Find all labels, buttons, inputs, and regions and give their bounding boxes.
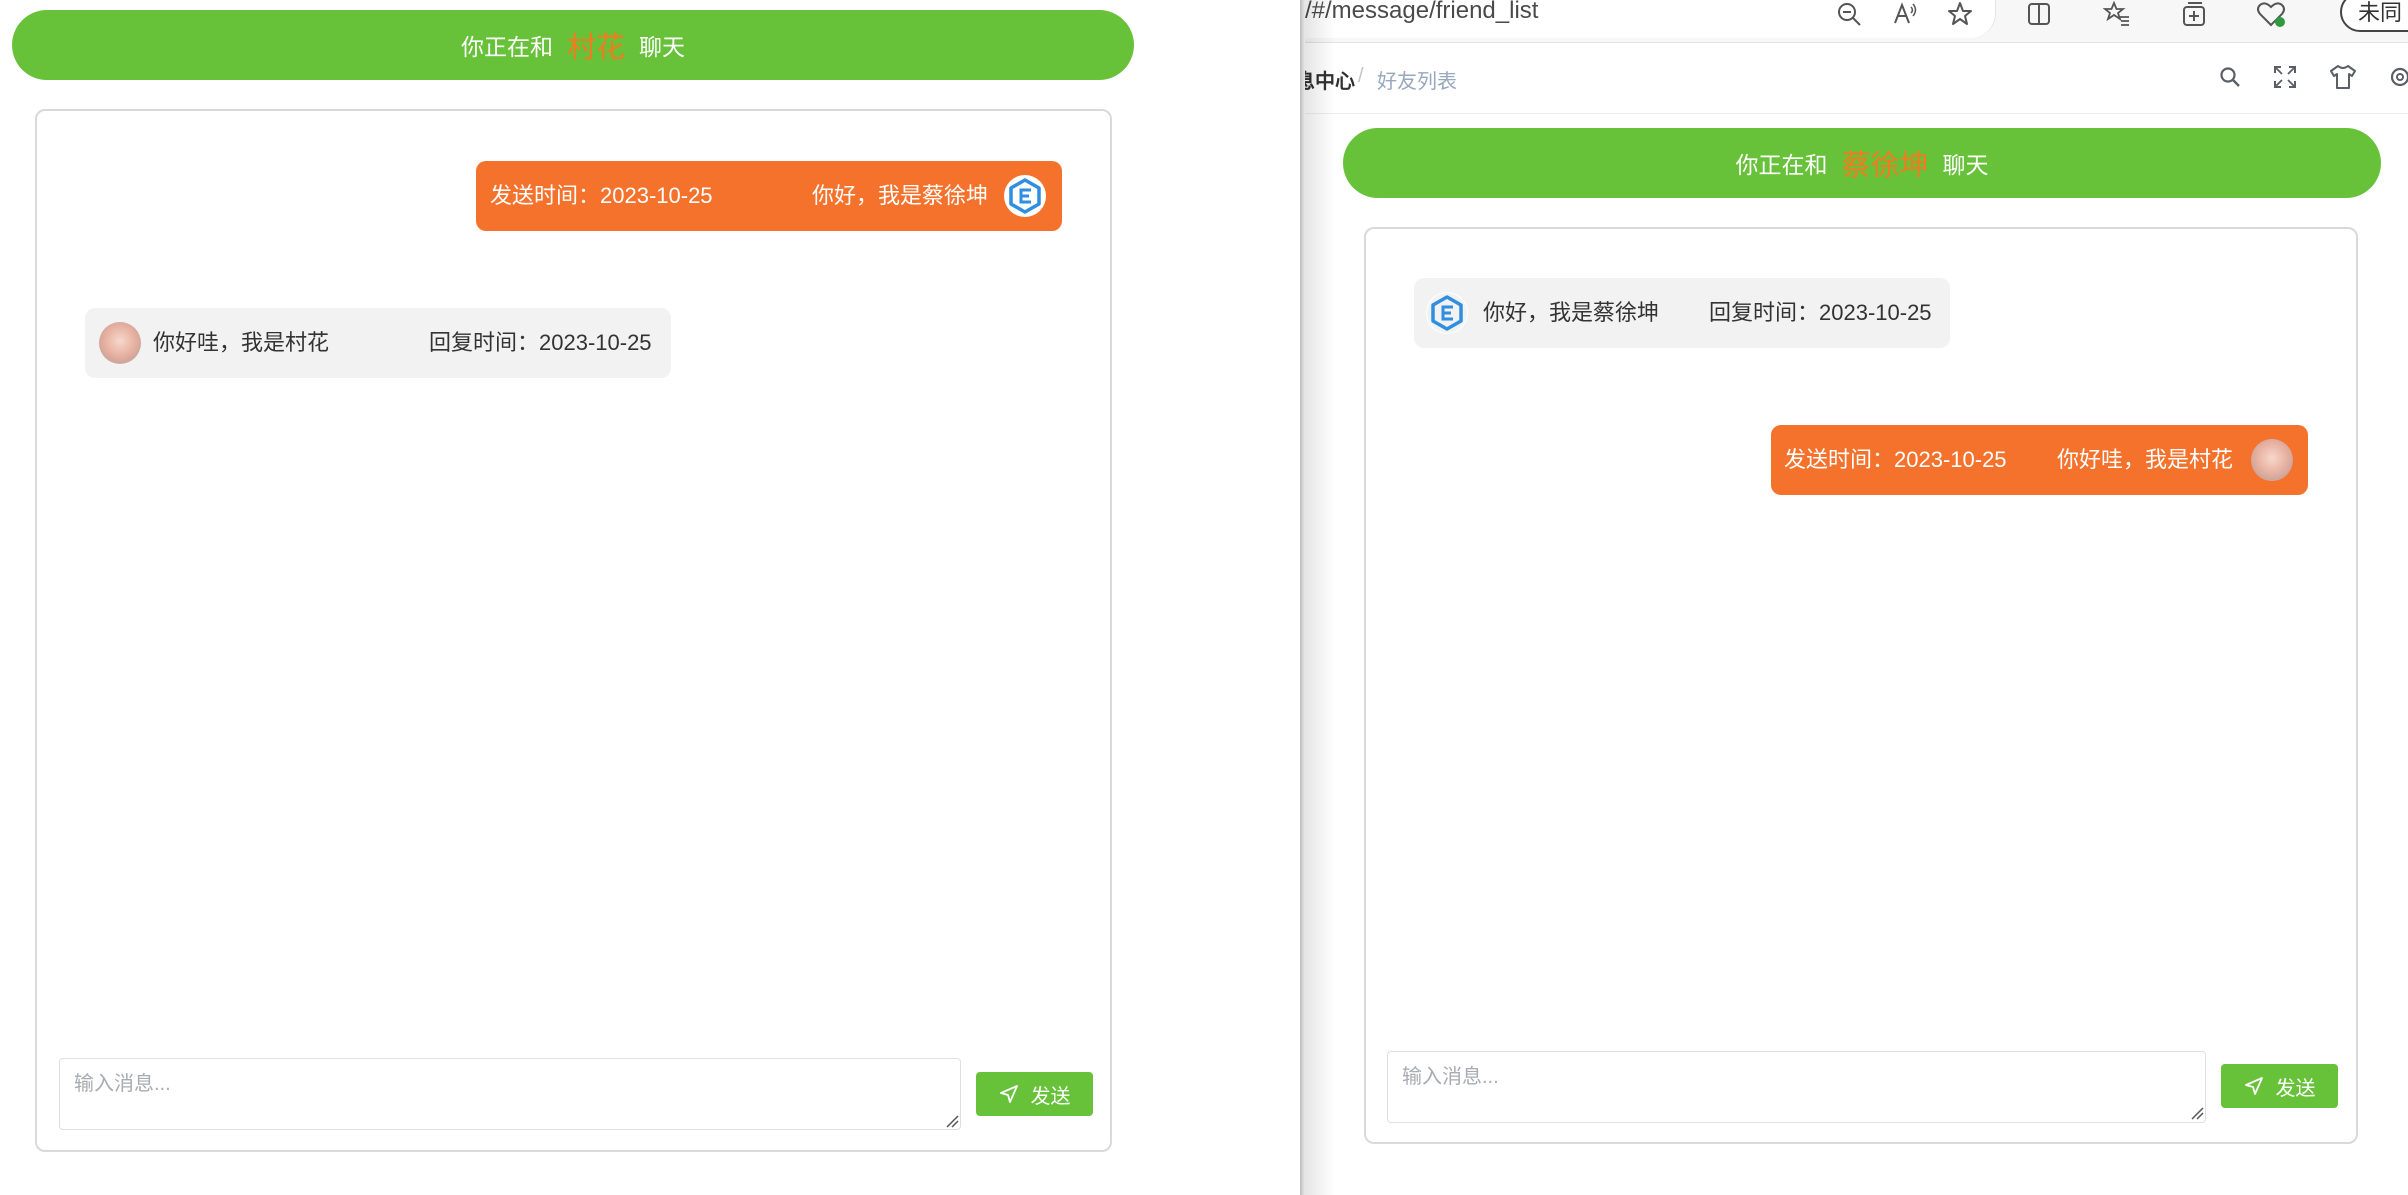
message-text: 你好哇，我是村花 [2057,447,2234,472]
fullscreen-icon[interactable] [2267,59,2303,95]
message-input[interactable] [1387,1051,2206,1123]
address-url[interactable]: /#/message/friend_list [1305,0,1538,24]
banner-prefix: 你正在和 [460,34,553,60]
split-screen-icon[interactable] [2021,0,2057,30]
chat-message-area[interactable]: 你好，我是蔡徐坤 回复时间：2023-10-25 发送时间：2023-10-25… [1364,227,2358,1144]
favorite-star-icon[interactable] [1942,0,1978,30]
read-aloud-icon[interactable] [1887,0,1923,30]
screen: 你正在和 村花 聊天 发送时间：2023-10-25 你好，我是蔡徐坤 你好哇，… [0,0,2408,1195]
message-send-time: 发送时间：2023-10-25 [1784,447,2007,472]
photo-avatar [99,322,141,364]
browser-health-icon[interactable] [2253,0,2289,30]
send-button-label: 发送 [1030,1085,1071,1108]
photo-avatar [2251,439,2293,481]
logo-avatar-icon [1004,175,1046,217]
breadcrumb-parent[interactable]: 息中心 [1305,65,1355,94]
logo-avatar-icon [1426,292,1468,334]
banner-prefix: 你正在和 [1735,152,1828,178]
theme-shirt-icon[interactable] [2325,59,2361,95]
friend-name: 蔡徐坤 [1841,150,1929,182]
favorites-list-icon[interactable] [2099,0,2135,30]
left-chat-window: 你正在和 村花 聊天 发送时间：2023-10-25 你好，我是蔡徐坤 你好哇，… [0,0,1300,1195]
message-reply-time: 回复时间：2023-10-25 [429,330,652,355]
friend-name: 村花 [566,32,625,64]
paper-plane-icon [2244,1077,2263,1095]
send-button[interactable]: 发送 [2221,1064,2338,1108]
sync-profile-button[interactable]: 未同 [2340,0,2408,32]
send-button[interactable]: 发送 [976,1072,1093,1116]
sync-button-label: 未同 [2358,0,2403,25]
page-header: 息中心 / 好友列表 [1305,43,2408,114]
settings-cog-icon[interactable] [2382,59,2408,95]
collections-icon[interactable] [2176,0,2212,30]
send-button-label: 发送 [2275,1077,2316,1100]
chat-message-area[interactable]: 发送时间：2023-10-25 你好，我是蔡徐坤 你好哇，我是村花 回复时间：2… [35,109,1112,1152]
resize-grip-icon[interactable] [2190,1106,2204,1120]
received-message-bubble: 你好，我是蔡徐坤 回复时间：2023-10-25 [1414,278,1950,348]
breadcrumb-separator: / [1358,65,1364,87]
chat-banner: 你正在和 蔡徐坤 聊天 [1343,128,2381,198]
banner-suffix: 聊天 [1942,152,1989,178]
message-input[interactable] [59,1058,961,1130]
zoom-out-icon[interactable] [1831,0,1867,30]
message-text: 你好哇，我是村花 [153,330,330,355]
paper-plane-icon [999,1085,1018,1103]
window-edge-shadow [1305,0,1335,1195]
banner-suffix: 聊天 [639,34,685,60]
message-reply-time: 回复时间：2023-10-25 [1709,300,1932,325]
message-text: 你好，我是蔡徐坤 [812,183,989,208]
browser-toolbar: /#/message/friend_list 未同 [1305,0,2408,43]
search-icon[interactable] [2212,59,2248,95]
breadcrumb-current: 好友列表 [1377,71,1457,93]
sent-message-bubble: 发送时间：2023-10-25 你好哇，我是村花 [1771,425,2308,495]
message-send-time: 发送时间：2023-10-25 [490,183,713,208]
received-message-bubble: 你好哇，我是村花 回复时间：2023-10-25 [85,308,671,378]
right-browser-window: /#/message/friend_list 未同 中心 / 好友列表 你正在和… [1305,0,2408,1195]
message-text: 你好，我是蔡徐坤 [1483,300,1660,325]
chat-banner: 你正在和 村花 聊天 [12,10,1134,80]
sent-message-bubble: 发送时间：2023-10-25 你好，我是蔡徐坤 [476,161,1062,231]
resize-grip-icon[interactable] [945,1114,959,1128]
